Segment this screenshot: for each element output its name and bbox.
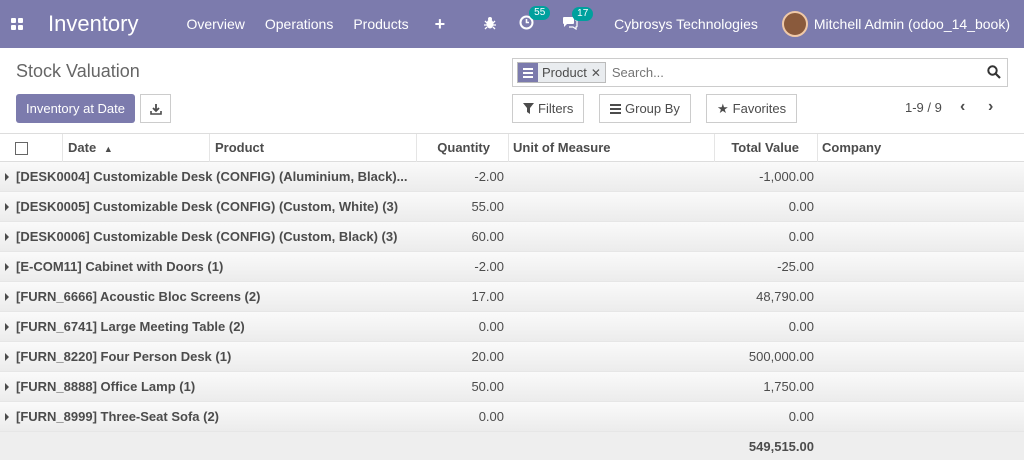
group-row[interactable]: [DESK0005] Customizable Desk (CONFIG) (C… xyxy=(0,192,1024,222)
group-row[interactable]: [E-COM11] Cabinet with Doors (1) -2.00 -25… xyxy=(0,252,1024,282)
caret-right-icon xyxy=(5,323,9,331)
search-facet-product[interactable]: Product ✕ xyxy=(517,62,606,83)
group-quantity: 50.00 xyxy=(471,379,504,394)
group-quantity: 17.00 xyxy=(471,289,504,304)
search-bar[interactable]: Product ✕ xyxy=(512,58,1008,87)
column-date[interactable]: Date ▲ xyxy=(63,134,210,162)
group-name: [DESK0004] Customizable Desk (CONFIG) (A… xyxy=(16,169,408,184)
caret-right-icon xyxy=(5,383,9,391)
group-row[interactable]: [FURN_8888] Office Lamp (1) 50.00 1,750.00 xyxy=(0,372,1024,402)
group-name: [FURN_8888] Office Lamp (1) xyxy=(16,379,196,394)
group-name: [FURN_8999] Three-Seat Sofa (2) xyxy=(16,409,219,424)
group-total-value: 0.00 xyxy=(788,199,814,214)
group-quantity: -2.00 xyxy=(474,259,504,274)
pager-next-icon[interactable]: › xyxy=(988,98,993,116)
search-input[interactable] xyxy=(611,65,972,80)
pager-value[interactable]: 1-9 / 9 xyxy=(905,100,942,115)
star-icon: ★ xyxy=(717,100,729,116)
inventory-at-date-button[interactable]: Inventory at Date xyxy=(16,94,135,123)
group-quantity: -2.00 xyxy=(474,169,504,184)
group-row[interactable]: [FURN_8999] Three-Seat Sofa (2) 0.00 0.00 xyxy=(0,402,1024,432)
group-total-value: 0.00 xyxy=(788,319,814,334)
caret-right-icon xyxy=(5,263,9,271)
group-total-value: -25.00 xyxy=(777,259,814,274)
messages-badge: 17 xyxy=(572,6,594,21)
group-row[interactable]: [FURN_6741] Large Meeting Table (2) 0.00 0… xyxy=(0,312,1024,342)
favorites-label: Favorites xyxy=(732,101,787,116)
total-value-sum: 549,515.00 xyxy=(748,439,814,454)
group-name: [DESK0006] Customizable Desk (CONFIG) (C… xyxy=(16,229,398,244)
group-name: [FURN_6741] Large Meeting Table (2) xyxy=(16,319,245,334)
download-icon xyxy=(149,103,162,115)
group-total-value: 0.00 xyxy=(788,229,814,244)
search-icon[interactable] xyxy=(987,65,1001,79)
caret-right-icon xyxy=(5,203,9,211)
facet-remove-icon[interactable]: ✕ xyxy=(591,66,601,80)
filters-label: Filters xyxy=(538,101,574,116)
group-total-value: 0.00 xyxy=(788,409,814,424)
group-by-button[interactable]: Group By xyxy=(599,94,691,123)
stock-valuation-table: Date ▲ Product Quantity Unit of Measure … xyxy=(0,133,1024,460)
caret-right-icon xyxy=(5,173,9,181)
group-total-value: 48,790.00 xyxy=(756,289,814,304)
group-name: [DESK0005] Customizable Desk (CONFIG) (C… xyxy=(16,199,399,214)
group-row[interactable]: [FURN_8220] Four Person Desk (1) 20.00 500… xyxy=(0,342,1024,372)
group-total-value: -1,000.00 xyxy=(759,169,814,184)
filters-button[interactable]: Filters xyxy=(512,94,585,123)
user-avatar[interactable] xyxy=(781,11,808,37)
group-name: [FURN_6666] Acoustic Bloc Screens (2) xyxy=(16,289,261,304)
caret-right-icon xyxy=(5,413,9,421)
sort-ascending-icon: ▲ xyxy=(103,144,113,154)
table-header: Date ▲ Product Quantity Unit of Measure … xyxy=(0,133,1024,162)
group-quantity: 20.00 xyxy=(471,349,504,364)
messages-icon[interactable]: 17 xyxy=(562,6,594,33)
bug-icon[interactable] xyxy=(483,16,497,33)
header-selector-cell xyxy=(0,134,63,162)
group-row[interactable]: [FURN_6666] Acoustic Bloc Screens (2) 17.… xyxy=(0,282,1024,312)
group-total-value: 500,000.00 xyxy=(748,349,814,364)
group-row[interactable]: [DESK0004] Customizable Desk (CONFIG) (A… xyxy=(0,162,1024,192)
favorites-button[interactable]: ★ Favorites xyxy=(706,94,798,123)
table-footer-totals: 549,515.00 xyxy=(0,432,1024,460)
download-button[interactable] xyxy=(140,94,171,123)
group-quantity: 55.00 xyxy=(471,199,504,214)
page-title: Stock Valuation xyxy=(16,61,140,81)
column-unit-of-measure[interactable]: Unit of Measure xyxy=(509,134,715,162)
plus-icon[interactable]: + xyxy=(435,14,446,35)
menu-overview[interactable]: Overview xyxy=(187,16,245,32)
facet-label: Product xyxy=(542,65,587,80)
filter-icon xyxy=(523,103,534,114)
user-menu[interactable]: Mitchell Admin (odoo_14_book) xyxy=(814,16,1010,32)
app-brand[interactable]: Inventory xyxy=(48,11,139,37)
company-switcher[interactable]: Cybrosys Technologies xyxy=(614,16,758,32)
activity-badge: 55 xyxy=(529,6,551,20)
group-by-icon xyxy=(610,103,621,114)
top-navbar: Inventory Overview Operations Products +… xyxy=(0,0,1024,48)
group-name: [E-COM11] Cabinet with Doors (1) xyxy=(16,259,224,274)
pager-previous-icon[interactable]: ‹ xyxy=(960,98,965,116)
column-total-value[interactable]: Total Value xyxy=(715,134,818,162)
column-company[interactable]: Company xyxy=(818,134,1024,162)
group-row[interactable]: [DESK0006] Customizable Desk (CONFIG) (C… xyxy=(0,222,1024,252)
menu-operations[interactable]: Operations xyxy=(265,16,333,32)
caret-right-icon xyxy=(5,233,9,241)
menu-products[interactable]: Products xyxy=(353,16,408,32)
column-date-label: Date xyxy=(68,140,97,155)
group-quantity: 0.00 xyxy=(478,319,504,334)
group-name: [FURN_8220] Four Person Desk (1) xyxy=(16,349,232,364)
caret-right-icon xyxy=(5,353,9,361)
group-by-label: Group By xyxy=(625,101,680,116)
group-total-value: 1,750.00 xyxy=(763,379,814,394)
group-by-facet-icon xyxy=(518,63,538,82)
column-product[interactable]: Product xyxy=(210,134,417,162)
caret-right-icon xyxy=(5,293,9,301)
group-quantity: 60.00 xyxy=(471,229,504,244)
apps-menu-icon[interactable] xyxy=(0,0,34,48)
column-quantity[interactable]: Quantity xyxy=(417,134,509,162)
activity-clock-icon[interactable]: 55 xyxy=(519,6,551,33)
group-quantity: 0.00 xyxy=(478,409,504,424)
